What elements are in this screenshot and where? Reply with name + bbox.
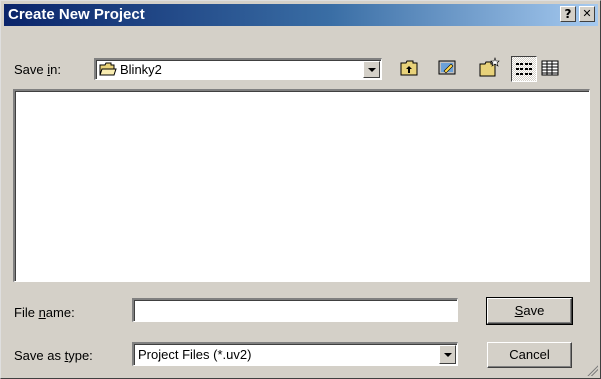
- dialog-title: Create New Project: [8, 6, 145, 23]
- save-in-dropdown-button[interactable]: [363, 61, 380, 78]
- save-in-label: Save in:: [14, 62, 61, 77]
- new-folder-icon: [479, 57, 500, 77]
- desktop-icon: [438, 60, 456, 75]
- up-one-level-button[interactable]: [397, 56, 423, 82]
- file-list-area[interactable]: [13, 89, 590, 282]
- list-view-icon: [516, 63, 532, 75]
- help-button[interactable]: ?: [560, 6, 576, 22]
- file-name-label: File name:: [14, 305, 75, 320]
- list-view-button[interactable]: [511, 56, 537, 82]
- create-new-project-dialog: Create New Project ? ✕ Save in: Blinky2: [0, 0, 601, 379]
- save-as-type-combobox[interactable]: Project Files (*.uv2): [132, 342, 458, 366]
- help-icon: ?: [564, 7, 572, 21]
- save-as-type-label: Save as type:: [14, 348, 93, 363]
- cancel-button[interactable]: Cancel: [487, 342, 572, 368]
- save-button[interactable]: Save: [486, 297, 573, 325]
- save-in-value: Blinky2: [120, 62, 162, 77]
- details-view-button[interactable]: [538, 56, 564, 82]
- chevron-down-icon: [444, 353, 452, 357]
- desktop-button[interactable]: [435, 56, 461, 82]
- folder-up-icon: [400, 60, 418, 76]
- resize-grip-icon[interactable]: [586, 364, 598, 376]
- folder-open-icon: [99, 62, 117, 76]
- details-view-icon: [541, 60, 559, 76]
- chevron-down-icon: [368, 68, 376, 72]
- close-button[interactable]: ✕: [579, 6, 595, 22]
- save-in-combobox[interactable]: Blinky2: [94, 58, 382, 80]
- create-new-folder-button[interactable]: [477, 56, 503, 82]
- save-as-type-value: Project Files (*.uv2): [138, 347, 252, 362]
- title-bar[interactable]: Create New Project ? ✕: [4, 4, 598, 26]
- file-name-input[interactable]: [132, 298, 458, 322]
- close-icon: ✕: [582, 7, 592, 20]
- save-as-type-dropdown-button[interactable]: [439, 345, 456, 364]
